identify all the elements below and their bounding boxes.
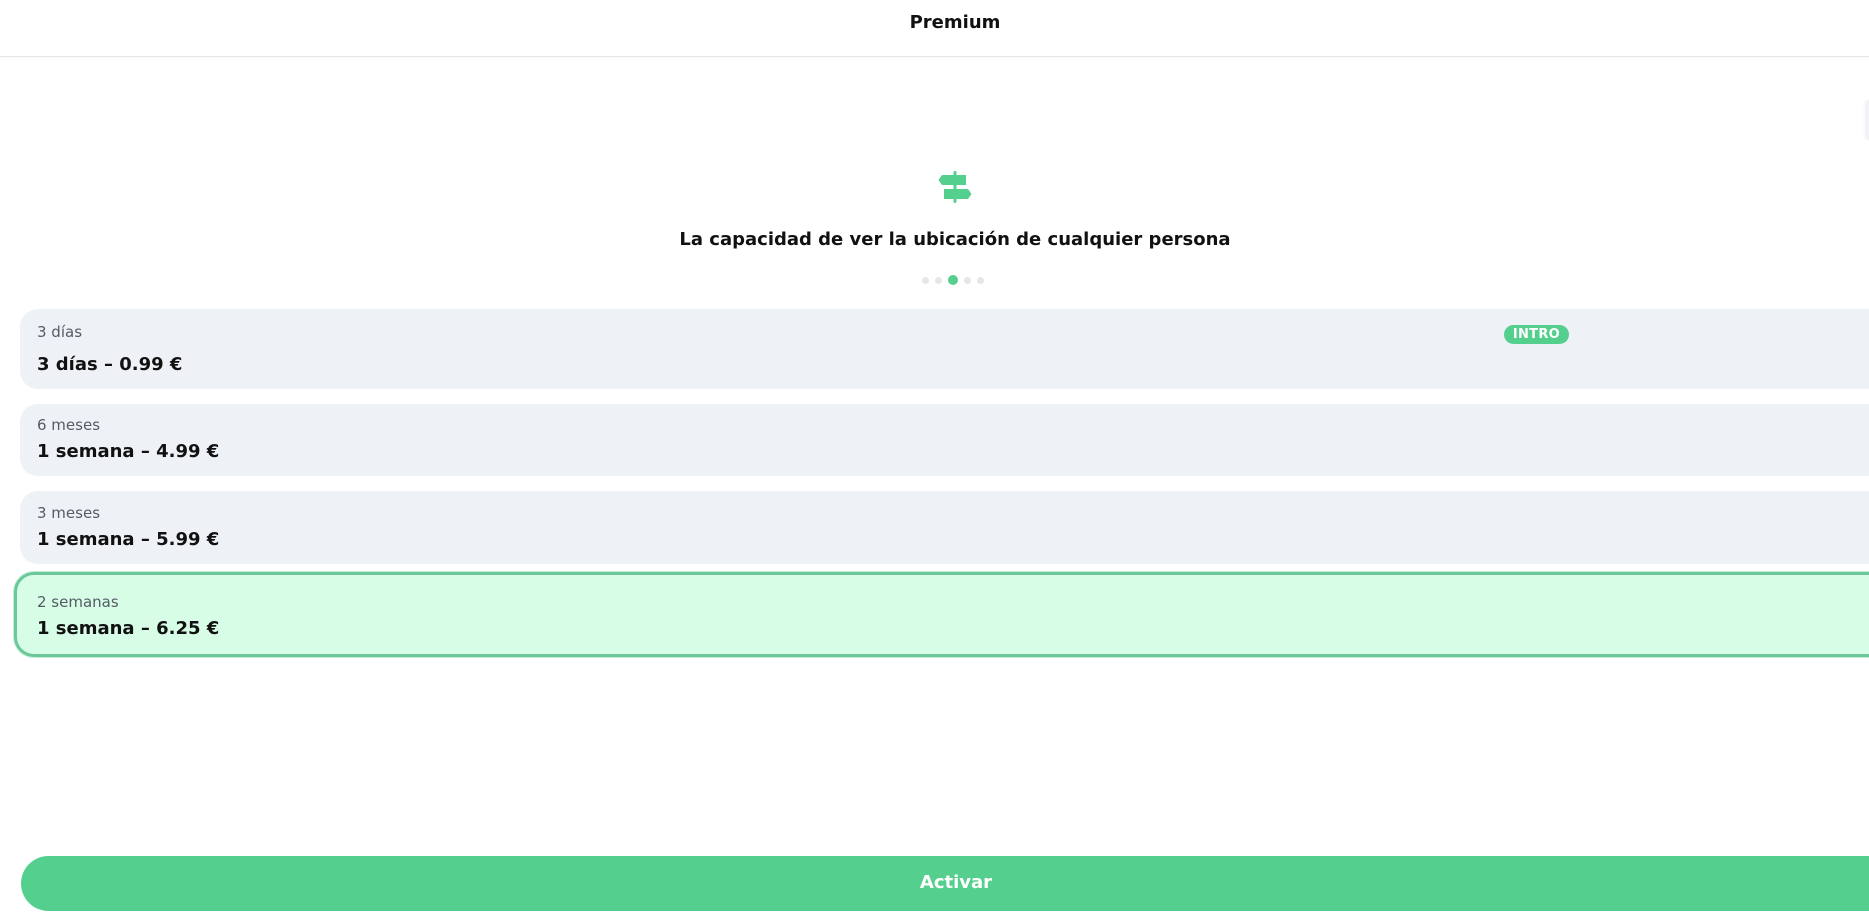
carousel-dot[interactable] xyxy=(922,276,929,284)
activate-button-label: Activar xyxy=(919,872,993,893)
feature-description: La capacidad de ver la ubicación de cual… xyxy=(679,229,1231,250)
activate-button[interactable]: Activar xyxy=(21,856,1869,911)
plan-price: 1 semana – 5.99 € xyxy=(37,529,220,550)
carousel-dot[interactable] xyxy=(935,276,942,284)
carousel-dot[interactable] xyxy=(977,276,984,284)
plan-label: 3 meses xyxy=(37,504,101,522)
plan-option-3-meses[interactable]: 3 meses 1 semana – 5.99 € xyxy=(20,491,1869,564)
plan-price: 1 semana – 4.99 € xyxy=(37,441,220,462)
plan-price: 1 semana – 6.25 € xyxy=(37,618,220,639)
signpost-icon xyxy=(938,171,972,203)
plan-option-2-semanas[interactable]: 2 semanas 1 semana – 6.25 € xyxy=(14,572,1869,657)
carousel-dot[interactable] xyxy=(964,276,971,284)
header-bar: Premium xyxy=(0,0,1869,57)
carousel-dot-active[interactable] xyxy=(948,275,958,285)
plan-option-6-meses[interactable]: 6 meses 1 semana – 4.99 € xyxy=(20,404,1869,476)
plan-label: 2 semanas xyxy=(37,593,119,611)
page-title: Premium xyxy=(909,12,1001,33)
plan-label: 3 días xyxy=(37,323,83,341)
edge-handle[interactable] xyxy=(1865,100,1869,140)
carousel-indicator xyxy=(922,274,984,286)
plan-label: 6 meses xyxy=(37,416,101,434)
premium-screen: Premium La capacidad de ver la ubicación… xyxy=(0,0,1869,914)
intro-badge: INTRO xyxy=(1503,325,1569,344)
plan-option-3-dias[interactable]: 3 días 3 días – 0.99 € INTRO xyxy=(20,309,1869,389)
plan-price: 3 días – 0.99 € xyxy=(37,354,183,375)
